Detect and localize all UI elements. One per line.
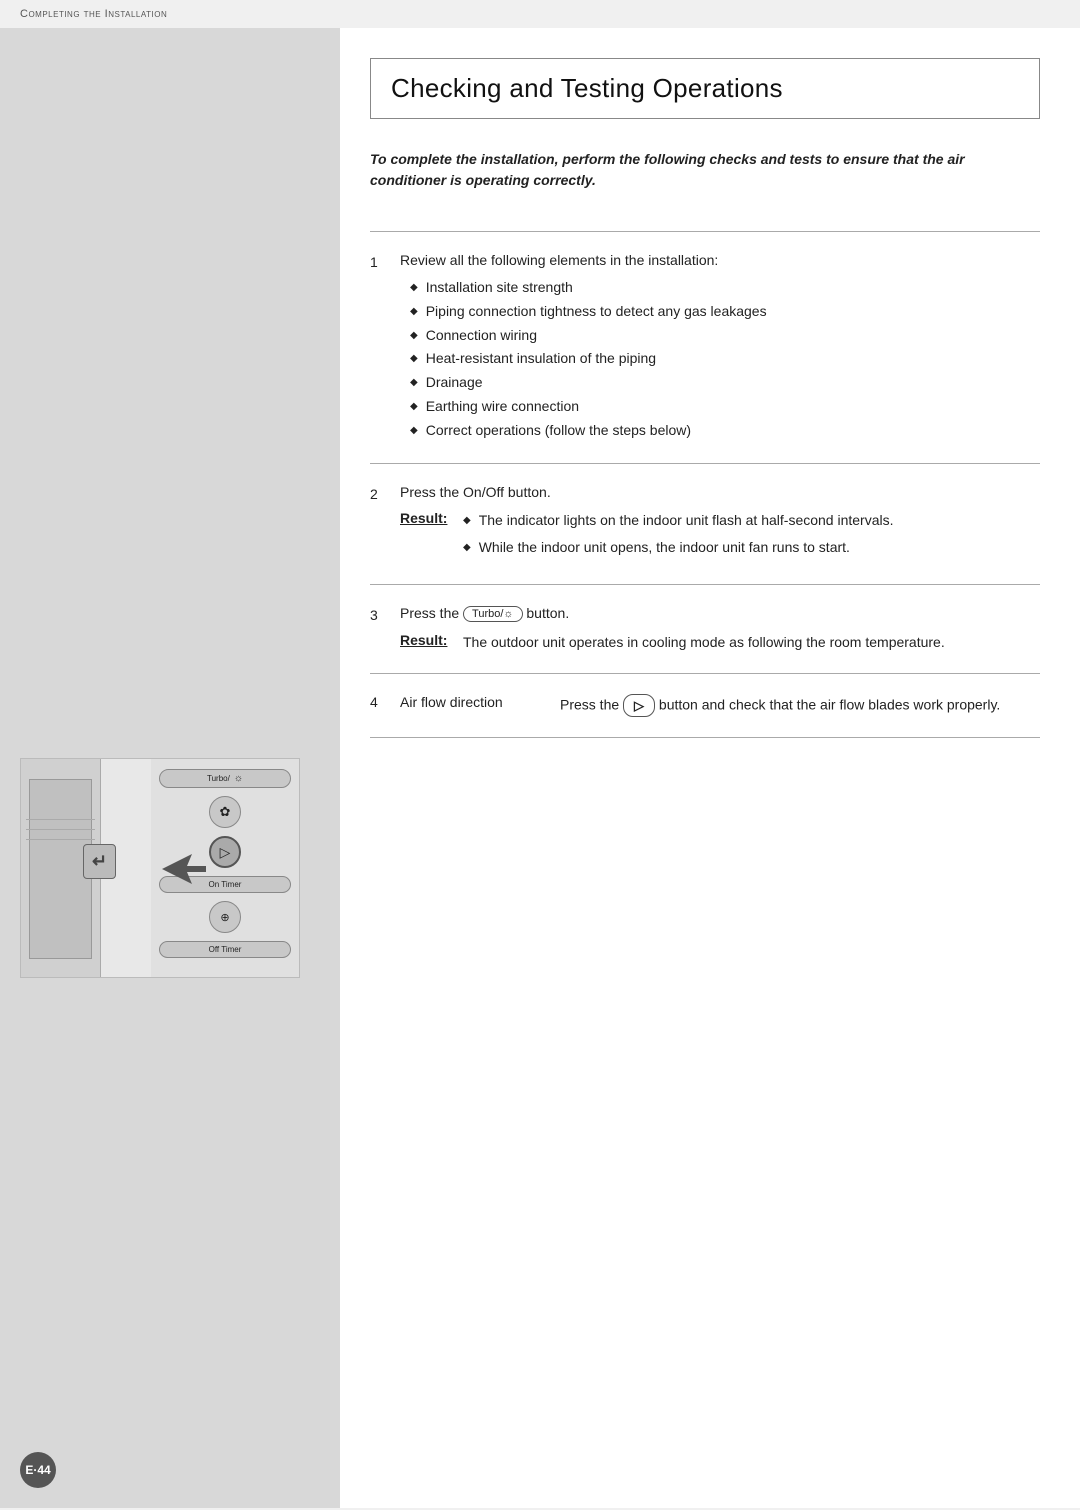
step-2-result: Result: The indicator lights on the indo… — [400, 510, 1040, 564]
step-1-title: Review all the following elements in the… — [400, 252, 1040, 268]
step-2: 2 Press the On/Off button. Result: The i… — [370, 463, 1040, 584]
turbo-button-inline: Turbo/☼ — [463, 606, 522, 622]
breadcrumb-text: Completing the Installation — [20, 8, 167, 20]
step-4-number: 4 — [370, 694, 400, 718]
header-breadcrumb: Completing the Installation — [0, 0, 1080, 28]
airflow-button-inline: ▷ — [623, 694, 655, 718]
bullet-7: Correct operations (follow the steps bel… — [410, 419, 1040, 443]
result-2-label: Result: — [400, 510, 455, 526]
bullet-6: Earthing wire connection — [410, 395, 1040, 419]
timer-button-device: ⊕ — [209, 901, 241, 933]
result-3-content: The outdoor unit operates in cooling mod… — [463, 632, 1040, 653]
step-3-content: Press the Turbo/☼ button. Result: The ou… — [400, 605, 1040, 653]
sidebar: ↵ Turbo/☼ ✿ ▷ — [0, 28, 340, 1508]
steps-area: 1 Review all the following elements in t… — [370, 231, 1040, 738]
step-3-result: Result: The outdoor unit operates in coo… — [400, 632, 1040, 653]
step-2-title: Press the On/Off button. — [400, 484, 1040, 500]
fan-button-device: ✿ — [209, 796, 241, 828]
step-1-number: 1 — [370, 252, 400, 443]
result-2-bullet-1: The indicator lights on the indoor unit … — [463, 510, 1040, 531]
step-4-label: Air flow direction — [400, 694, 560, 718]
page-title-box: Checking and Testing Operations — [370, 58, 1040, 119]
bullet-3: Connection wiring — [410, 324, 1040, 348]
main-content: Checking and Testing Operations To compl… — [340, 28, 1080, 1508]
result-3-text: The outdoor unit operates in cooling mod… — [463, 632, 1040, 653]
turbo-button-device: Turbo/☼ — [159, 769, 291, 788]
step-1: 1 Review all the following elements in t… — [370, 231, 1040, 463]
step-3: 3 Press the Turbo/☼ button. Result: The … — [370, 584, 1040, 673]
device-illustration: ↵ Turbo/☼ ✿ ▷ — [20, 758, 310, 988]
result-2-bullet-2: While the indoor unit opens, the indoor … — [463, 537, 1040, 558]
bullet-2: Piping connection tightness to detect an… — [410, 300, 1040, 324]
step-4: 4 Air flow direction Press the ▷ button … — [370, 673, 1040, 738]
off-timer-button-device: Off Timer — [159, 941, 291, 958]
result-2-content: The indicator lights on the indoor unit … — [463, 510, 1040, 564]
step-3-title: Press the Turbo/☼ button. — [400, 605, 1040, 622]
result-3-label: Result: — [400, 632, 455, 648]
airflow-button-device: ▷ — [209, 836, 241, 868]
page-number: E·44 — [20, 1452, 56, 1488]
step-3-number: 3 — [370, 605, 400, 653]
bullet-5: Drainage — [410, 371, 1040, 395]
step-4-content: Press the ▷ button and check that the ai… — [560, 694, 1040, 718]
step-2-number: 2 — [370, 484, 400, 564]
intro-text: To complete the installation, perform th… — [370, 149, 1040, 191]
step-1-content: Review all the following elements in the… — [400, 252, 1040, 443]
step-1-bullets: Installation site strength Piping connec… — [400, 276, 1040, 443]
page-title: Checking and Testing Operations — [391, 73, 1019, 104]
bullet-4: Heat-resistant insulation of the piping — [410, 347, 1040, 371]
section-intro: To complete the installation, perform th… — [370, 149, 1040, 211]
step-2-content: Press the On/Off button. Result: The ind… — [400, 484, 1040, 564]
bullet-1: Installation site strength — [410, 276, 1040, 300]
